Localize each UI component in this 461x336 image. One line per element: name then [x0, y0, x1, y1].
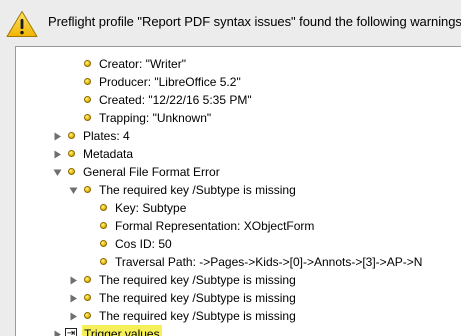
warnings-tree[interactable]: Creator: "Writer" Producer: "LibreOffice … — [15, 46, 461, 336]
tree-row-label: The required key /Subtype is missing — [99, 183, 296, 197]
tree-row[interactable]: Metadata — [16, 145, 461, 163]
tree-row-label: Traversal Path: ->Pages->Kids->[0]->Anno… — [115, 255, 423, 269]
disclosure-expanded-icon[interactable] — [53, 168, 62, 177]
tree-row-label: Producer: "LibreOffice 5.2" — [99, 75, 241, 89]
tree-row-label: General File Format Error — [83, 165, 220, 179]
tree-row[interactable]: Traversal Path: ->Pages->Kids->[0]->Anno… — [16, 253, 461, 271]
bullet-icon — [84, 186, 91, 193]
tree-row[interactable]: Key: Subtype — [16, 199, 461, 217]
tree-row-label: Trigger values — [82, 325, 162, 336]
tree-row-label: Cos ID: 50 — [115, 237, 172, 251]
tree-row[interactable]: General File Format Error — [16, 163, 461, 181]
tree-row[interactable]: Trapping: "Unknown" — [16, 109, 461, 127]
bullet-icon — [100, 258, 107, 265]
tree-row[interactable]: Cos ID: 50 — [16, 235, 461, 253]
warning-icon — [6, 11, 38, 37]
tree-row-label: The required key /Subtype is missing — [99, 309, 296, 323]
tree-row[interactable]: Creator: "Writer" — [16, 55, 461, 73]
disclosure-collapsed-icon[interactable] — [53, 132, 62, 141]
trigger-icon: ⇥ — [65, 328, 77, 336]
bullet-icon — [68, 168, 75, 175]
tree-row-label: Plates: 4 — [83, 129, 130, 143]
tree-row-label: Formal Representation: XObjectForm — [115, 219, 315, 233]
bullet-icon — [68, 132, 75, 139]
tree-row[interactable]: The required key /Subtype is missing — [16, 289, 461, 307]
bullet-icon — [100, 222, 107, 229]
disclosure-collapsed-icon[interactable] — [69, 294, 78, 303]
disclosure-collapsed-icon[interactable] — [53, 330, 62, 336]
bullet-icon — [68, 150, 75, 157]
tree-row-label: Key: Subtype — [115, 201, 187, 215]
tree-row-label: The required key /Subtype is missing — [99, 273, 296, 287]
tree-row-label: The required key /Subtype is missing — [99, 291, 296, 305]
tree-row[interactable]: Formal Representation: XObjectForm — [16, 217, 461, 235]
tree-row-label: Trapping: "Unknown" — [99, 111, 212, 125]
disclosure-collapsed-icon[interactable] — [53, 150, 62, 159]
tree-row[interactable]: Producer: "LibreOffice 5.2" — [16, 73, 461, 91]
bullet-icon — [84, 114, 91, 121]
bullet-icon — [84, 60, 91, 67]
tree-row[interactable]: The required key /Subtype is missing — [16, 271, 461, 289]
tree-row-label: Metadata — [83, 147, 134, 161]
tree-row[interactable]: Created: "12/22/16 5:35 PM" — [16, 91, 461, 109]
tree-row[interactable]: The required key /Subtype is missing — [16, 307, 461, 325]
tree-row-label: Created: "12/22/16 5:35 PM" — [99, 93, 252, 107]
header-bar: Preflight profile "Report PDF syntax iss… — [0, 0, 461, 46]
tree-row[interactable]: Plates: 4 — [16, 127, 461, 145]
bullet-icon — [84, 78, 91, 85]
tree-row[interactable]: ⇥ Trigger values — [16, 325, 461, 336]
bullet-icon — [100, 204, 107, 211]
tree-row-label: Creator: "Writer" — [99, 57, 186, 71]
tree-row[interactable]: The required key /Subtype is missing — [16, 181, 461, 199]
disclosure-collapsed-icon[interactable] — [69, 312, 78, 321]
bullet-icon — [84, 276, 91, 283]
disclosure-expanded-icon[interactable] — [69, 186, 78, 195]
bullet-icon — [84, 96, 91, 103]
bullet-icon — [84, 312, 91, 319]
warning-message: Preflight profile "Report PDF syntax iss… — [48, 14, 461, 29]
bullet-icon — [84, 294, 91, 301]
disclosure-collapsed-icon[interactable] — [69, 276, 78, 285]
bullet-icon — [100, 240, 107, 247]
